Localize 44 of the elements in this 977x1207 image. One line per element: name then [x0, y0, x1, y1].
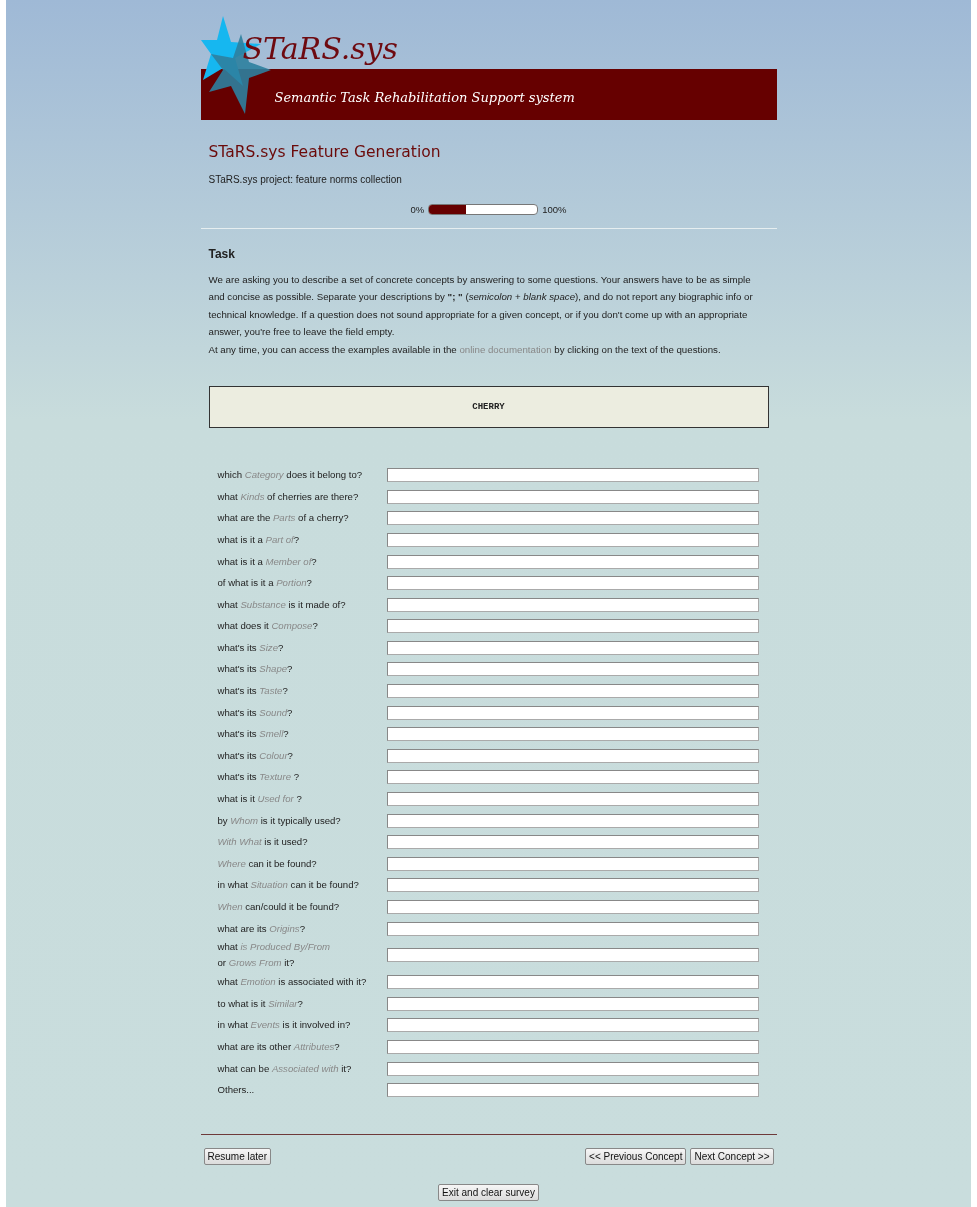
question-label[interactable]: With What is it used?	[217, 834, 387, 851]
question-label[interactable]: what is it Used for ?	[217, 791, 387, 808]
task-text: At any time, you can access the examples available in the	[208, 343, 458, 355]
question-label[interactable]: Where can it be found?	[217, 855, 387, 872]
question-label[interactable]: in what Events is it involved in?	[217, 1017, 387, 1034]
question-label[interactable]: When can/could it be found?	[217, 899, 387, 915]
question-label[interactable]: by Whom is it typically used?	[217, 812, 387, 829]
exit-button[interactable]: Exit and clear survey	[438, 1183, 539, 1201]
question-label[interactable]: what are the Parts of a cherry?	[217, 510, 387, 527]
question-label[interactable]: what's its Taste?	[217, 683, 387, 700]
progress-start-label: 0%	[410, 202, 425, 217]
question-label[interactable]: to what is it Similar?	[217, 995, 387, 1012]
question-label[interactable]: what are its Origins?	[217, 920, 387, 937]
question-label[interactable]: which Category does it belong to?	[217, 467, 387, 484]
question-label[interactable]: in what Situation can it be found?	[217, 877, 387, 894]
resume-button[interactable]: Resume later	[203, 1147, 271, 1165]
question-label[interactable]: what's its Size?	[217, 639, 387, 656]
question-label[interactable]: what's its Colour?	[217, 747, 387, 764]
question-label[interactable]: what's its Texture ?	[217, 769, 387, 786]
page-title: STaRS.sys Feature Generation	[208, 143, 442, 162]
question-label[interactable]: what's its Shape?	[217, 661, 387, 678]
concept-name: CHERRY	[472, 400, 505, 414]
tagline: Semantic Task Rehabilitation Support system	[274, 91, 575, 104]
question-label[interactable]: what's its Smell?	[217, 726, 387, 743]
task-heading: Task	[208, 245, 236, 263]
question-label[interactable]: what's its Sound?	[217, 704, 387, 721]
question-label[interactable]: of what is it a Portion?	[217, 575, 387, 592]
next-button[interactable]: Next Concept >>	[690, 1147, 774, 1165]
question-label[interactable]: what are its other Attributes?	[217, 1039, 387, 1055]
task-paragraph: We are asking you to describe a set of concrete concepts by answering to some questions. Your answers have to be as simple and concise as possible. Separate your descriptions by "; " (semicolon + blank space), and do not report any biographic info or technical knowledge. If a question does not sound appropriate for a given concept, or if you don't come up with an appropriate answer, you're free to leave the field empty.	[208, 272, 754, 340]
question-label[interactable]: what can be Associated with it?	[217, 1060, 387, 1077]
subtitle: STaRS.sys project: feature norms collection	[208, 172, 403, 187]
previous-button[interactable]: << Previous Concept	[585, 1147, 687, 1165]
question-label[interactable]: what Kinds of cherries are there?	[217, 488, 387, 505]
question-label[interactable]: what does it Compose?	[217, 618, 387, 635]
question-label[interactable]: what is it a Part of?	[217, 531, 387, 548]
question-label[interactable]: what is Produced By/From or Grows From it?	[217, 939, 387, 972]
question-label[interactable]: what is it a Member of?	[217, 553, 387, 570]
task-text: by clicking on the text of the questions.	[553, 343, 721, 355]
question-label[interactable]: what Substance is it made of?	[217, 596, 387, 613]
question-label[interactable]: what Emotion is associated with it?	[217, 974, 387, 991]
progress-end-label: 100%	[542, 202, 567, 217]
logo-text: STaRS.sys	[242, 34, 398, 64]
question-label[interactable]: Others...	[217, 1082, 387, 1099]
